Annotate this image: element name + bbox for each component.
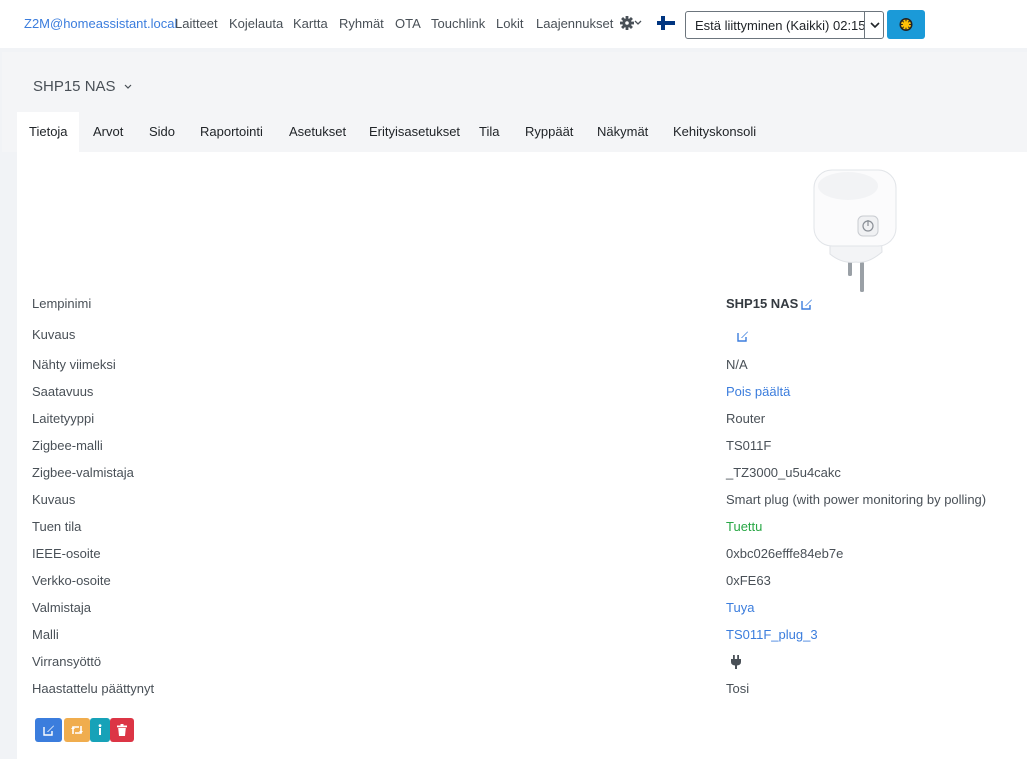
info-value-model[interactable]: TS011F_plug_3 [726, 627, 818, 642]
info-value-last-seen: N/A [726, 357, 748, 372]
info-label-power-source: Virransyöttö [32, 654, 102, 669]
info-label-description: Kuvaus [32, 327, 76, 342]
edit-description-icon[interactable] [737, 330, 749, 342]
info-value-interview-completed: Tosi [726, 681, 750, 696]
rename-button[interactable] [35, 718, 62, 742]
nav-link-map[interactable]: Kartta [293, 16, 328, 31]
info-label-support-status: Tuen tila [32, 519, 82, 534]
chevron-down-icon[interactable] [864, 12, 884, 38]
tab-scenes[interactable]: Näkymät [597, 124, 648, 139]
info-label-availability: Saatavuus [32, 384, 94, 399]
info-label-interview-completed: Haastattelu päättynyt [32, 681, 155, 696]
tab-specific-settings[interactable]: Erityisasetukset [369, 124, 460, 139]
settings-gear-icon[interactable] [620, 14, 642, 32]
nav-link-logs[interactable]: Lokit [496, 16, 523, 31]
info-value-nickname: SHP15 NAS [726, 296, 799, 311]
nav-link-dashboard[interactable]: Kojelauta [229, 16, 283, 31]
nav-link-groups[interactable]: Ryhmät [339, 16, 384, 31]
tab-state[interactable]: Tila [479, 124, 499, 139]
device-header [2, 52, 1027, 110]
trash-icon [117, 724, 127, 736]
language-flag-icon[interactable] [657, 16, 675, 30]
info-value-network-address: 0xFE63 [726, 573, 771, 588]
info-label-nickname: Lempinimi [32, 296, 92, 311]
nav-link-ota[interactable]: OTA [395, 16, 421, 31]
permit-join-select[interactable]: Estä liittyminen (Kaikki) 02:15 [685, 11, 884, 39]
device-image [808, 162, 904, 294]
remove-button[interactable] [110, 718, 134, 742]
theme-toggle-button[interactable] [887, 10, 925, 39]
info-value-zigbee-manufacturer: _TZ3000_u5u4cakc [726, 465, 841, 480]
edit-icon [42, 725, 54, 736]
info-label-model: Malli [32, 627, 59, 642]
info-label-ieee-address: IEEE-osoite [32, 546, 101, 561]
reconfigure-button[interactable] [64, 718, 90, 742]
info-value-description: Smart plug (with power monitoring by pol… [726, 492, 987, 507]
info-label-network-address: Verkko-osoite [32, 573, 111, 588]
info-value-zigbee-model: TS011F [726, 438, 772, 453]
info-value-ieee-address: 0xbc026efffe84eb7e [726, 546, 844, 561]
device-title-label: SHP15 NAS [33, 78, 116, 95]
info-label-manufacturer: Valmistaja [32, 600, 92, 615]
info-label-zigbee-manufacturer: Zigbee-valmistaja [32, 465, 134, 480]
brand-link[interactable]: Z2M@homeassistant.local [24, 16, 177, 31]
info-value-manufacturer[interactable]: Tuya [726, 600, 754, 615]
info-value-support-status: Tuettu [726, 519, 763, 534]
retweet-icon [71, 726, 83, 734]
tab-values[interactable]: Arvot [93, 124, 123, 139]
info-label-zigbee-model: Zigbee-malli [32, 438, 103, 453]
tab-settings[interactable]: Asetukset [289, 124, 346, 139]
tab-reporting[interactable]: Raportointi [200, 124, 263, 139]
nav-link-devices[interactable]: Laitteet [175, 16, 218, 31]
permit-join-label: Estä liittyminen (Kaikki) 02:15 [695, 18, 866, 33]
tab-bind[interactable]: Sido [149, 124, 175, 139]
tab-info[interactable]: Tietoja [29, 124, 68, 139]
power-plug-icon [730, 655, 742, 669]
nav-link-extensions[interactable]: Laajennukset [536, 16, 613, 31]
tab-dev-console[interactable]: Kehityskonsoli [673, 124, 756, 139]
info-label-last-seen: Nähty viimeksi [32, 357, 116, 372]
nav-link-touchlink[interactable]: Touchlink [431, 16, 485, 31]
device-title[interactable]: SHP15 NAS [33, 78, 133, 95]
edit-nickname-icon[interactable] [801, 298, 813, 310]
info-value-device-type: Router [726, 411, 766, 426]
info-label-device-type: Laitetyyppi [32, 411, 95, 426]
info-value-availability[interactable]: Pois päältä [726, 384, 790, 399]
info-label-description-2: Kuvaus [32, 492, 76, 507]
interview-button[interactable] [90, 718, 110, 742]
tab-clusters[interactable]: Ryppäät [525, 124, 573, 139]
top-navbar: Z2M@homeassistant.local Laitteet Kojelau… [0, 0, 1027, 48]
info-icon [98, 724, 102, 735]
